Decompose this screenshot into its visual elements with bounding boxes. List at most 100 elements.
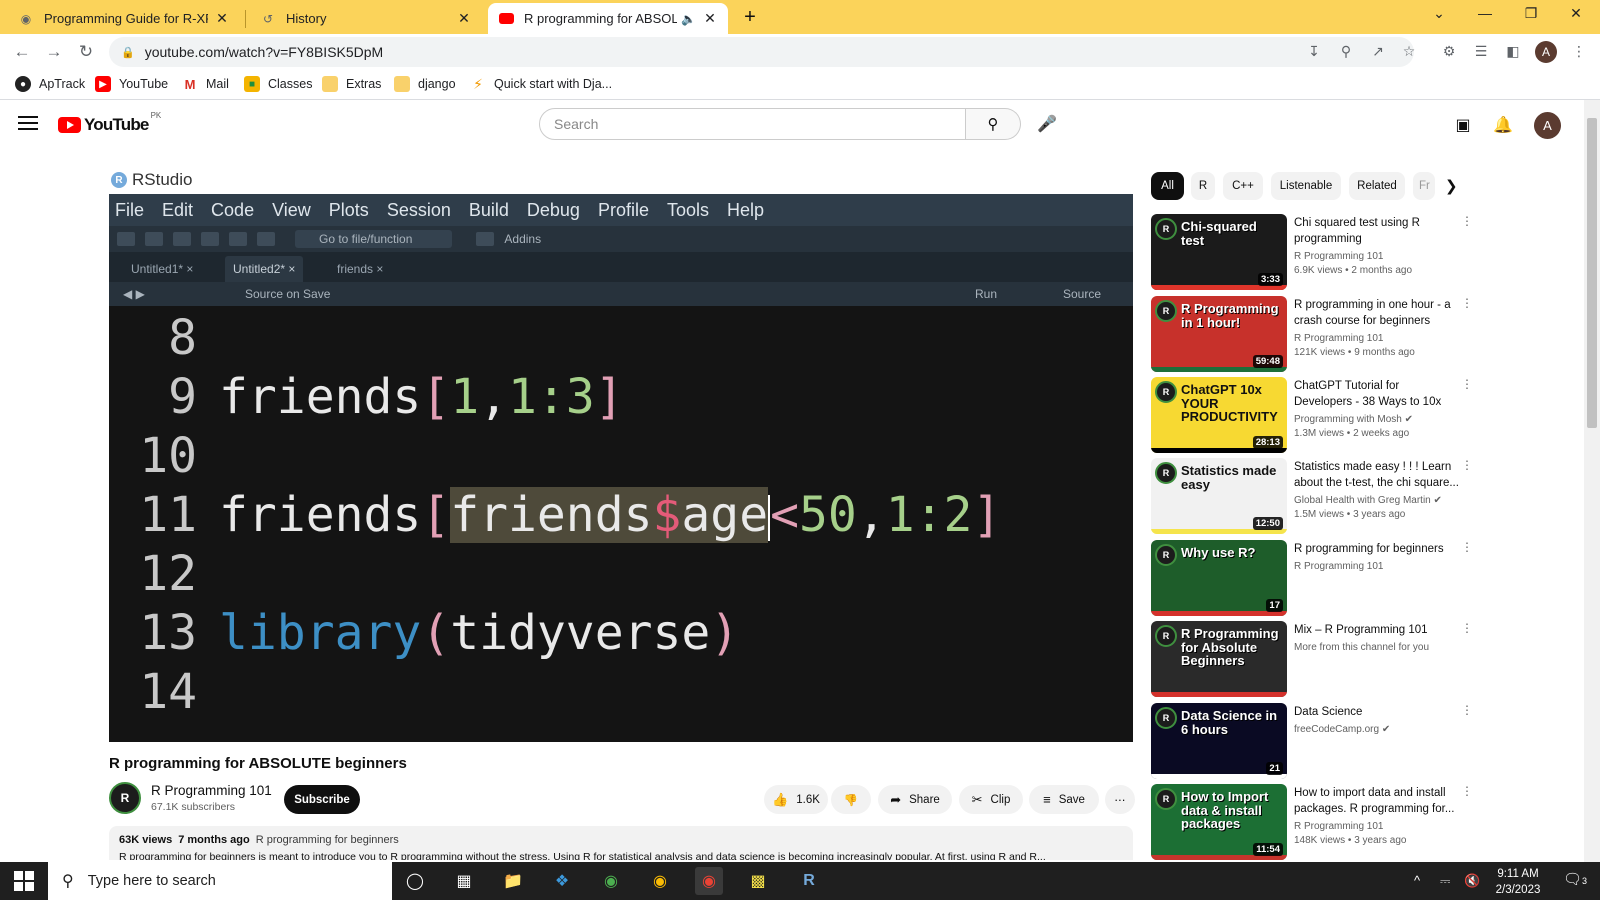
more-options-icon[interactable]: ⋮: [1461, 377, 1473, 391]
more-options-icon[interactable]: ⋮: [1461, 703, 1473, 717]
search-input[interactable]: Search: [539, 108, 966, 140]
close-icon[interactable]: ✕: [214, 10, 230, 27]
tab-youtube-video[interactable]: R programming for ABSOLUTE 🔈 ✕: [488, 3, 728, 34]
restore-button[interactable]: ❐: [1516, 5, 1546, 22]
chevron-up-icon[interactable]: ^: [1414, 873, 1420, 888]
chrome-icon[interactable]: ◉: [646, 867, 674, 895]
recommendation-item[interactable]: Why use R? R 17 R programming for beginners…: [1151, 540, 1473, 616]
share-button[interactable]: ➦ Share: [878, 785, 952, 814]
recommendation-item[interactable]: R Programming for Absolute Beginners R Mix…: [1151, 621, 1473, 697]
bookmark-folder-extras[interactable]: Extras: [322, 76, 381, 92]
channel-name[interactable]: R Programming 101: [151, 783, 272, 798]
speaker-icon[interactable]: 🔈: [681, 12, 696, 26]
notifications-bell-icon[interactable]: 🔔: [1491, 113, 1515, 137]
close-icon[interactable]: ✕: [702, 10, 718, 27]
file-explorer-icon[interactable]: 📁: [499, 867, 527, 895]
recommendation-channel[interactable]: R Programming 101: [1294, 333, 1383, 344]
recommendation-item[interactable]: How to Import data & install packages R 11…: [1151, 784, 1473, 860]
task-view-icon[interactable]: ▦: [450, 867, 478, 895]
bookmark-folder-django[interactable]: django: [394, 76, 456, 92]
more-options-icon[interactable]: ⋮: [1461, 458, 1473, 472]
video-thumbnail[interactable]: R Programming for Absolute Beginners R: [1151, 621, 1287, 697]
tab-pdf-guide[interactable]: ◉ Programming Guide for R-XP.pdf ✕: [8, 3, 240, 34]
recommendation-channel[interactable]: freeCodeCamp.org ✔: [1294, 724, 1390, 735]
sticky-notes-icon[interactable]: ▩: [744, 867, 772, 895]
notification-center-icon[interactable]: 🗨3: [1563, 870, 1587, 888]
recommendation-channel[interactable]: Global Health with Greg Martin ✔: [1294, 495, 1442, 506]
bookmark-mail[interactable]: M Mail: [182, 76, 229, 92]
close-window-button[interactable]: ✕: [1561, 5, 1591, 22]
recommendation-item[interactable]: Chi-squared test R 3:33 Chi squared test us…: [1151, 214, 1473, 290]
rstudio-taskbar-icon[interactable]: R: [795, 867, 823, 895]
vscode-icon[interactable]: ❖: [548, 867, 576, 895]
chip-fr[interactable]: Fr: [1413, 172, 1435, 200]
install-app-icon[interactable]: ↧: [1303, 40, 1325, 62]
like-button[interactable]: 👍 1.6K: [764, 785, 828, 814]
chrome-active-icon[interactable]: ◉: [695, 867, 723, 895]
recommendation-title[interactable]: How to import data and install packages.…: [1294, 785, 1459, 817]
reading-list-icon[interactable]: ☰: [1470, 40, 1492, 62]
clip-button[interactable]: ✂ Clip: [959, 785, 1023, 814]
side-panel-icon[interactable]: ◧: [1502, 40, 1524, 62]
minimize-button[interactable]: —: [1470, 5, 1500, 21]
recommendation-channel[interactable]: R Programming 101: [1294, 821, 1383, 832]
create-video-icon[interactable]: ▣: [1451, 113, 1475, 137]
voice-search-mic-icon[interactable]: 🎤: [1033, 110, 1061, 138]
youtube-logo[interactable]: YouTube PK: [58, 111, 161, 135]
bookmark-star-icon[interactable]: ☆: [1398, 40, 1420, 62]
lock-icon[interactable]: 🔒: [121, 46, 135, 59]
video-thumbnail[interactable]: Why use R? R 17: [1151, 540, 1287, 616]
bookmark-aptrack[interactable]: ● ApTrack: [15, 76, 85, 92]
back-arrow-icon[interactable]: ←: [10, 40, 34, 64]
video-thumbnail[interactable]: Chi-squared test R 3:33: [1151, 214, 1287, 290]
cortana-icon[interactable]: ◯: [401, 867, 429, 895]
search-button[interactable]: ⚲: [966, 108, 1021, 140]
video-thumbnail[interactable]: R Programming in 1 hour! R 59:48: [1151, 296, 1287, 372]
chip-cpp[interactable]: C++: [1223, 172, 1263, 200]
forward-arrow-icon[interactable]: →: [42, 40, 66, 64]
video-thumbnail[interactable]: ChatGPT 10x YOUR PRODUCTIVITY R 28:13: [1151, 377, 1287, 453]
recommendation-item[interactable]: R Programming in 1 hour! R 59:48 R programm…: [1151, 296, 1473, 372]
tab-history[interactable]: ↺ History ✕: [250, 3, 482, 34]
browser-profile-avatar[interactable]: A: [1535, 41, 1557, 63]
chip-r[interactable]: R: [1191, 172, 1215, 200]
recommendation-channel[interactable]: R Programming 101: [1294, 251, 1383, 262]
chrome-icon[interactable]: ◉: [597, 867, 625, 895]
extensions-icon[interactable]: ⚙: [1438, 40, 1460, 62]
chip-related[interactable]: Related: [1349, 172, 1405, 200]
kebab-menu-icon[interactable]: ⋮: [1568, 40, 1590, 62]
recommendation-title[interactable]: R programming for beginners: [1294, 541, 1459, 557]
share-page-icon[interactable]: ↗: [1367, 40, 1389, 62]
new-tab-button[interactable]: +: [738, 6, 762, 29]
more-options-icon[interactable]: ⋮: [1461, 621, 1473, 635]
recommendation-item[interactable]: ChatGPT 10x YOUR PRODUCTIVITY R 28:13 ChatG…: [1151, 377, 1473, 453]
recommendation-item[interactable]: Statistics made easy R 12:50 Statistics mad…: [1151, 458, 1473, 534]
network-icon[interactable]: ⎓: [1440, 873, 1450, 889]
address-bar[interactable]: 🔒 youtube.com/watch?v=FY8BISK5DpM: [109, 37, 1414, 67]
recommendation-title[interactable]: Data Science: [1294, 704, 1459, 720]
recommendation-channel[interactable]: More from this channel for you: [1294, 642, 1429, 653]
recommendation-title[interactable]: Mix – R Programming 101: [1294, 622, 1459, 638]
chip-listenable[interactable]: Listenable: [1271, 172, 1341, 200]
menu-hamburger-icon[interactable]: [18, 116, 38, 130]
dislike-button[interactable]: 👎: [831, 785, 871, 814]
video-thumbnail[interactable]: Data Science in 6 hours R 21: [1151, 703, 1287, 779]
recommendation-channel[interactable]: R Programming 101: [1294, 561, 1383, 572]
recommendation-title[interactable]: Statistics made easy ! ! ! Learn about t…: [1294, 459, 1459, 491]
description-box[interactable]: 63K views 7 months ago R programming for b…: [109, 826, 1133, 860]
chevron-right-icon[interactable]: ❯: [1445, 177, 1458, 195]
bookmark-quick-start[interactable]: ⚡ Quick start with Dja...: [470, 76, 612, 92]
zoom-icon[interactable]: ⚲: [1335, 40, 1357, 62]
bookmark-youtube[interactable]: ▶ YouTube: [95, 76, 168, 92]
tab-search-chevron-icon[interactable]: ⌄: [1424, 5, 1454, 22]
more-options-icon[interactable]: ⋮: [1461, 784, 1473, 798]
subscribe-button[interactable]: Subscribe: [284, 785, 360, 814]
taskbar-clock[interactable]: 9:11 AM 2/3/2023: [1478, 866, 1558, 898]
chip-all[interactable]: All: [1151, 172, 1184, 200]
video-thumbnail[interactable]: How to Import data & install packages R 11…: [1151, 784, 1287, 860]
save-button[interactable]: ≡ Save: [1029, 785, 1099, 814]
bookmark-classes[interactable]: ■ Classes: [244, 76, 312, 92]
more-options-icon[interactable]: ⋮: [1461, 540, 1473, 554]
recommendation-channel[interactable]: Programming with Mosh ✔: [1294, 414, 1413, 425]
video-thumbnail[interactable]: Statistics made easy R 12:50: [1151, 458, 1287, 534]
